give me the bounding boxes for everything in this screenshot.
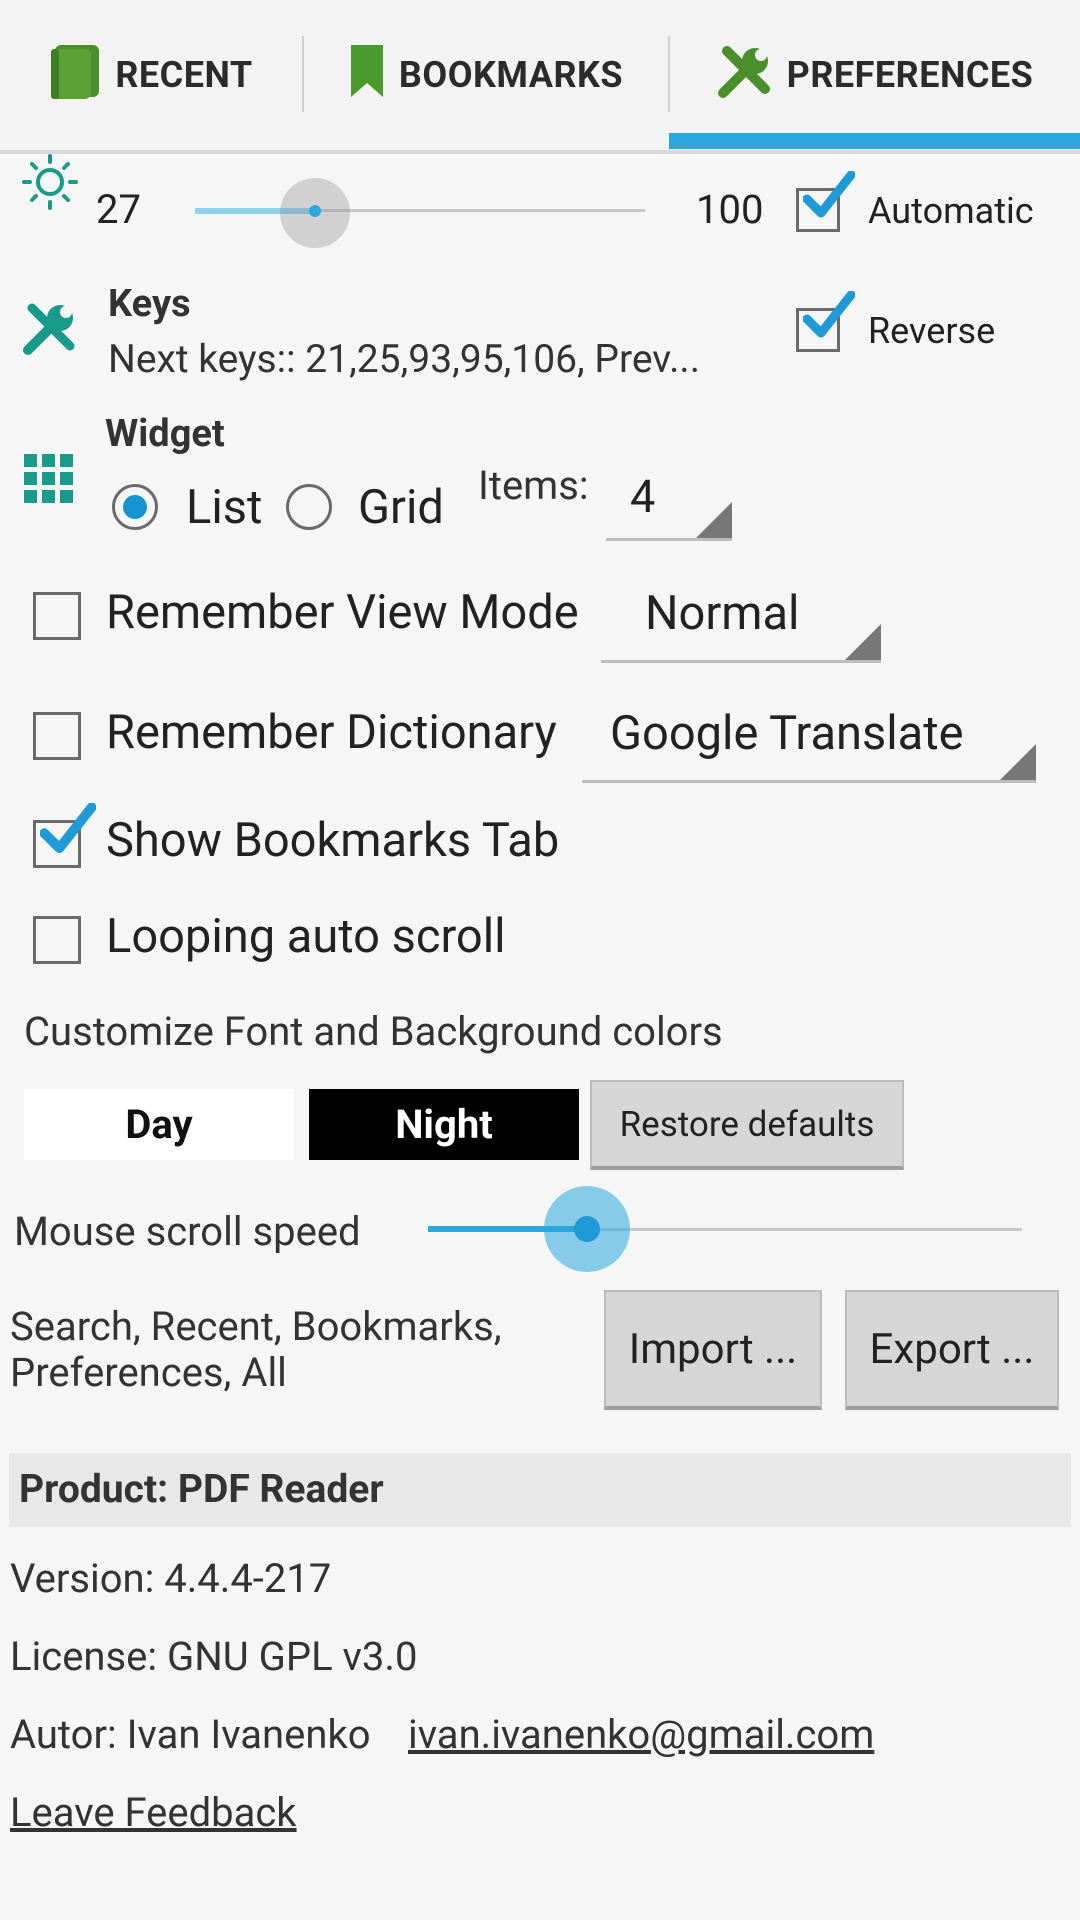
mouse-scroll-speed-label: Mouse scroll speed [14, 1208, 361, 1255]
looping-auto-scroll-label: Looping auto scroll [106, 909, 506, 964]
license-label: License: GNU GPL v3.0 [10, 1633, 418, 1680]
show-bookmarks-tab-label: Show Bookmarks Tab [106, 813, 560, 868]
remember-dictionary-checkbox[interactable] [33, 712, 81, 760]
check-icon [40, 803, 96, 854]
check-icon [803, 291, 855, 338]
brightness-icon [20, 152, 80, 212]
show-bookmarks-tab-checkbox[interactable] [33, 803, 96, 868]
book-icon [49, 43, 101, 108]
tab-label: RECENT [115, 54, 253, 96]
day-colors-button[interactable]: Day [24, 1089, 294, 1160]
radio-grid[interactable] [286, 484, 332, 530]
export-button[interactable]: Export ... [845, 1290, 1059, 1410]
remember-dictionary-label: Remember Dictionary [106, 705, 557, 760]
tab-label: BOOKMARKS [398, 54, 624, 96]
widget-title: Widget [105, 412, 225, 456]
keys-summary[interactable]: Next keys:: 21,25,93,95,106, Prev... [108, 336, 758, 382]
tab-recent[interactable]: RECENT [0, 0, 302, 150]
dropdown-triangle-icon [845, 624, 881, 660]
tab-indicator [669, 133, 1080, 149]
version-label: Version: 4.4.4-217 [10, 1555, 332, 1602]
automatic-label: Automatic [868, 190, 1034, 232]
author-label: Autor: Ivan Ivanenko [10, 1711, 371, 1758]
author-email-link[interactable]: ivan.ivanenko@gmail.com [408, 1711, 874, 1758]
tab-preferences[interactable]: PREFERENCES [670, 0, 1080, 150]
customize-colors-label: Customize Font and Background colors [24, 1008, 723, 1055]
radio-list-label: List [186, 480, 263, 535]
leave-feedback-link[interactable]: Leave Feedback [10, 1789, 297, 1836]
tools-icon [717, 43, 773, 108]
remember-view-mode-label: Remember View Mode [106, 585, 579, 640]
items-value: 4 [630, 470, 656, 523]
restore-defaults-button[interactable]: Restore defaults [590, 1080, 904, 1170]
reverse-label: Reverse [868, 310, 996, 352]
view-mode-spinner[interactable]: Normal [601, 580, 881, 664]
import-export-scope-label: Search, Recent, Bookmarks, Preferences, … [10, 1303, 502, 1396]
night-colors-button[interactable]: Night [309, 1089, 579, 1160]
grid-icon [24, 454, 74, 504]
product-title: Product: PDF Reader [19, 1466, 384, 1512]
dropdown-triangle-icon [696, 502, 732, 538]
items-label: Items: [478, 462, 589, 509]
keys-title: Keys [108, 282, 191, 326]
mouse-scroll-speed-slider[interactable] [428, 1186, 1022, 1272]
brightness-min-label: 27 [96, 186, 141, 233]
tab-bookmarks[interactable]: BOOKMARKS [304, 0, 668, 150]
radio-grid-label: Grid [358, 480, 444, 535]
reverse-checkbox[interactable] [796, 291, 855, 352]
view-mode-value: Normal [645, 586, 800, 641]
radio-list[interactable] [112, 484, 158, 530]
looping-auto-scroll-checkbox[interactable] [33, 916, 81, 964]
automatic-checkbox[interactable] [796, 171, 855, 232]
brightness-slider[interactable] [195, 178, 645, 248]
dictionary-spinner[interactable]: Google Translate [582, 700, 1036, 784]
brightness-max-label: 100 [696, 186, 764, 233]
check-icon [803, 171, 855, 218]
items-spinner[interactable]: 4 [606, 470, 732, 542]
bookmark-icon [349, 43, 385, 108]
remember-view-mode-checkbox[interactable] [33, 592, 81, 640]
dropdown-triangle-icon [1000, 744, 1036, 780]
tab-label: PREFERENCES [786, 54, 1034, 96]
wrench-icon [20, 298, 80, 358]
import-button[interactable]: Import ... [604, 1290, 822, 1410]
dictionary-value: Google Translate [610, 706, 964, 761]
